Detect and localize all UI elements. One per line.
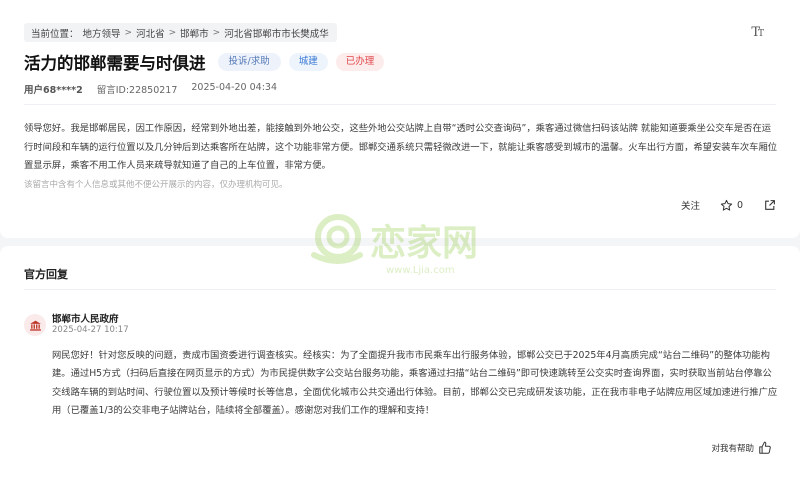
- message-meta: 用户68****2 留言ID:22850217 2025-04-20 04:34: [24, 82, 277, 96]
- message-body: 领导您好。我是邯郸居民，因工作原因，经常到外地出差，能接触到外地公交，这些外地公…: [24, 123, 778, 171]
- helpful-label: 对我有帮助: [711, 444, 754, 454]
- message-card: 当前位置： 地方领导 > 河北省 > 邯郸市 > 河北省邯郸市市长樊成华 TT …: [0, 0, 800, 238]
- helpful-button[interactable]: 对我有帮助: [711, 441, 772, 455]
- divider: [24, 104, 776, 105]
- follow-button[interactable]: 关注: [681, 198, 700, 212]
- font-size-small-glyph: T: [757, 29, 764, 39]
- reply-organization: 邯郸市人民政府: [52, 314, 119, 325]
- tag-message-type: 投诉/求助: [217, 53, 281, 71]
- breadcrumb-item-province[interactable]: 河北省: [136, 26, 165, 40]
- breadcrumb-item-city[interactable]: 邯郸市: [180, 26, 209, 40]
- star-icon: [720, 199, 733, 211]
- page-title: 活力的邯郸需要与时俱进: [24, 54, 206, 73]
- author-name: 用户68****2: [24, 85, 83, 96]
- reply-date: 2025-04-27 10:17: [52, 325, 129, 335]
- tag-field: 城建: [288, 53, 328, 71]
- breadcrumb-separator: >: [124, 27, 133, 38]
- share-icon: [765, 199, 775, 210]
- message-id: 留言ID:22850217: [96, 85, 178, 96]
- action-bar: 关注 0: [681, 198, 776, 212]
- divider: [24, 289, 776, 290]
- font-size-icon[interactable]: TT: [751, 25, 764, 40]
- government-building-icon: [29, 320, 41, 331]
- message-datetime: 2025-04-20 04:34: [191, 82, 277, 93]
- follow-label: 关注: [680, 201, 700, 212]
- breadcrumb: 当前位置： 地方领导 > 河北省 > 邯郸市 > 河北省邯郸市市长樊成华: [24, 23, 337, 42]
- reply-body: 网民您好！针对您反映的问题，责成市国资委进行调查核实。经核实：为了全面提升我市市…: [52, 350, 778, 416]
- status-badge: 已办理: [335, 53, 385, 71]
- breadcrumb-item-local-leaders[interactable]: 地方领导: [83, 26, 121, 40]
- share-button[interactable]: [763, 199, 776, 212]
- favorite-count: 0: [736, 199, 743, 211]
- avatar: [24, 314, 46, 336]
- breadcrumb-prefix: 当前位置：: [31, 28, 79, 40]
- favorite-button[interactable]: 0: [720, 199, 743, 212]
- font-size-big-glyph: T: [751, 25, 760, 40]
- breadcrumb-separator: >: [168, 27, 177, 38]
- reply-heading: 官方回复: [24, 268, 68, 281]
- title-row: 活力的邯郸需要与时俱进 投诉/求助 城建 已办理: [24, 50, 385, 74]
- breadcrumb-item-mayor[interactable]: 河北省邯郸市市长樊成华: [224, 26, 329, 40]
- privacy-note: 该留言中含有个人信息或其他不便公开展示的内容，仅办理机构可见。: [24, 180, 288, 190]
- thumbs-up-icon: [759, 441, 771, 454]
- breadcrumb-separator: >: [212, 27, 221, 38]
